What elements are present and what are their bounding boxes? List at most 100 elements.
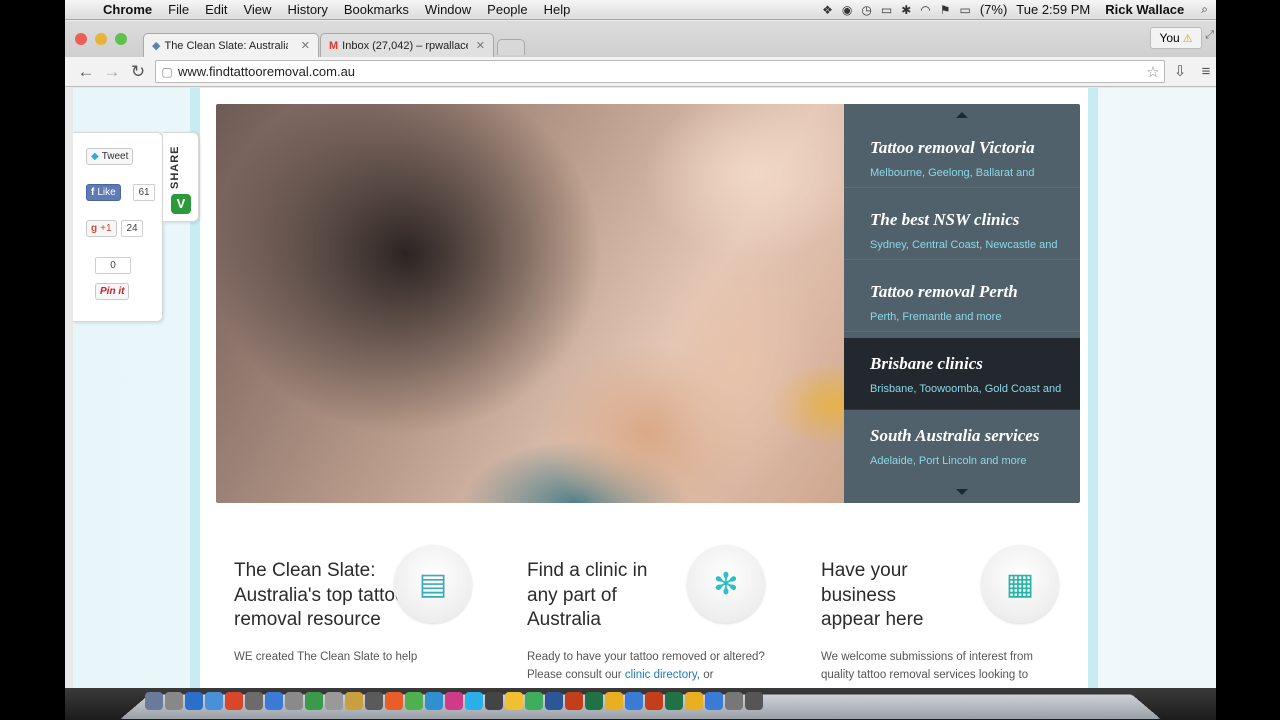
finder-icon[interactable] [145, 692, 163, 710]
bookmark-star-icon[interactable]: ☆ [1142, 63, 1164, 81]
menu-help[interactable]: Help [536, 2, 579, 17]
display-icon[interactable]: ▭ [881, 3, 892, 17]
back-button[interactable]: ← [75, 61, 97, 83]
menu-history[interactable]: History [279, 2, 335, 17]
close-tab-icon[interactable]: ✕ [470, 39, 485, 52]
pinterest-pin-button[interactable]: Pin it [95, 283, 130, 300]
terminal-icon[interactable] [365, 692, 383, 710]
clinic-directory-link[interactable]: clinic directory [625, 669, 697, 681]
word-icon[interactable] [545, 692, 563, 710]
hero-item-nsw[interactable]: The best NSW clinics Sydney, Central Coa… [844, 188, 1080, 260]
safari-icon[interactable] [205, 692, 223, 710]
documents-folder-icon[interactable] [725, 692, 743, 710]
facebook-icon: f [91, 187, 95, 198]
hero-item-perth[interactable]: Tattoo removal Perth Perth, Fremantle an… [844, 260, 1080, 332]
close-window-button[interactable] [75, 33, 87, 45]
menu-people[interactable]: People [479, 2, 535, 17]
notes-icon[interactable] [345, 692, 363, 710]
hero-photo[interactable] [216, 104, 844, 503]
twitter-icon[interactable] [265, 692, 283, 710]
address-bar[interactable]: ▢ www.findtattooremoval.com.au ☆ [155, 60, 1165, 83]
excel-icon[interactable] [585, 692, 603, 710]
chrome-menu-icon[interactable]: ≡ [1195, 61, 1216, 83]
share-logo-icon[interactable]: V [171, 194, 191, 214]
communicator-icon[interactable] [705, 692, 723, 710]
minimize-window-button[interactable] [95, 33, 107, 45]
pin-label: Pin it [100, 286, 125, 297]
close-tab-icon[interactable]: ✕ [295, 39, 310, 52]
download-icon[interactable]: ⇩ [1169, 61, 1191, 83]
dropbox-icon[interactable]: ❖ [822, 3, 833, 17]
menu-window[interactable]: Window [417, 2, 479, 17]
gplus-label: +1 [100, 223, 112, 234]
facebook-like-button[interactable]: f Like [86, 184, 121, 201]
time-machine-icon[interactable]: ◷ [861, 3, 871, 17]
browser-toolbar: ← → ↻ ▢ www.findtattooremoval.com.au ☆ ⇩… [65, 57, 1216, 87]
spotlight-search-icon[interactable]: ⌕ [1201, 2, 1208, 17]
itunes-icon[interactable] [445, 692, 463, 710]
hero-item-south-australia[interactable]: South Australia services Adelaide, Port … [844, 410, 1080, 482]
clock[interactable]: Tue 2:59 PM [1016, 2, 1090, 17]
stickies-icon[interactable] [505, 692, 523, 710]
feature-body: Ready to have your tattoo removed or alt… [527, 648, 772, 684]
evernote-icon[interactable] [525, 692, 543, 710]
lync-icon[interactable] [625, 692, 643, 710]
menu-app[interactable]: Chrome [95, 2, 160, 17]
powerpoint-icon[interactable] [565, 692, 583, 710]
sync-icon[interactable]: ◉ [842, 3, 852, 17]
wifi-icon[interactable]: ◠ [920, 3, 930, 17]
trash-icon[interactable] [745, 692, 763, 710]
facetime-icon[interactable] [305, 692, 323, 710]
book-icon[interactable]: ▤ [394, 545, 472, 623]
messages-icon[interactable] [405, 692, 423, 710]
profile-button[interactable]: You ⚠ [1150, 27, 1202, 49]
calendar-icon[interactable]: ▦ [981, 545, 1059, 623]
twitter-bird-icon: ◆ [91, 151, 99, 162]
photo-icon[interactable] [385, 692, 403, 710]
feature-title[interactable]: Find a clinic in any part of Australia [527, 559, 667, 633]
fullscreen-icon[interactable]: ⤢ [1205, 29, 1214, 42]
tab-gmail-inbox[interactable]: M Inbox (27,042) – rpwallace ✕ [320, 33, 494, 57]
google-plus-button[interactable]: g +1 [86, 220, 117, 237]
menu-view[interactable]: View [235, 2, 279, 17]
mac-menu-bar: Chrome File Edit View History Bookmarks … [65, 0, 1216, 20]
user-name[interactable]: Rick Wallace [1105, 2, 1184, 17]
tab-clean-slate[interactable]: ◆ The Clean Slate: Australia' ✕ [143, 33, 319, 57]
feature-find-clinic: Find a clinic in any part of Australia ✻… [527, 543, 787, 688]
hero-item-victoria[interactable]: Tattoo removal Victoria Melbourne, Geelo… [844, 104, 1080, 188]
outlook-icon[interactable] [605, 692, 623, 710]
mac-dock [65, 688, 1216, 720]
app-store-icon[interactable] [185, 692, 203, 710]
activity-monitor-icon[interactable] [485, 692, 503, 710]
skype-icon[interactable] [425, 692, 443, 710]
like-label: Like [97, 187, 116, 198]
reload-button[interactable]: ↻ [127, 61, 149, 83]
dropbox-icon[interactable] [465, 692, 483, 710]
mail-icon[interactable] [245, 692, 263, 710]
hero-menu: Tattoo removal Victoria Melbourne, Geelo… [844, 104, 1080, 503]
menu-bookmarks[interactable]: Bookmarks [336, 2, 417, 17]
battery-icon[interactable]: ▭ [960, 3, 971, 17]
profile-label: You [1159, 31, 1180, 45]
zoom-window-button[interactable] [115, 33, 127, 45]
tweet-button[interactable]: ◆ Tweet [86, 148, 134, 165]
flag-icon[interactable]: ⚑ [940, 3, 951, 17]
chrome-icon[interactable] [225, 692, 243, 710]
calendar-icon[interactable] [325, 692, 343, 710]
menu-edit[interactable]: Edit [197, 2, 235, 17]
launchpad-icon[interactable] [165, 692, 183, 710]
battery-percent: (7%) [979, 2, 1008, 17]
hero-item-brisbane[interactable]: Brisbane clinics Brisbane, Toowoomba, Go… [844, 338, 1080, 410]
onenote-icon[interactable] [685, 692, 703, 710]
forward-button[interactable]: → [101, 61, 123, 83]
menu-file[interactable]: File [160, 2, 197, 17]
feature-title[interactable]: Have your business appear here [821, 559, 951, 633]
powerpoint-2-icon[interactable] [645, 692, 663, 710]
new-tab-button[interactable] [497, 39, 525, 55]
excel-2-icon[interactable] [665, 692, 683, 710]
url-text[interactable]: www.findtattooremoval.com.au [178, 64, 355, 79]
medical-icon[interactable]: ✻ [687, 545, 765, 623]
settings-icon[interactable] [285, 692, 303, 710]
bluetooth-icon[interactable]: ✱ [901, 3, 911, 17]
scroll-down-arrow-icon[interactable] [956, 489, 968, 495]
